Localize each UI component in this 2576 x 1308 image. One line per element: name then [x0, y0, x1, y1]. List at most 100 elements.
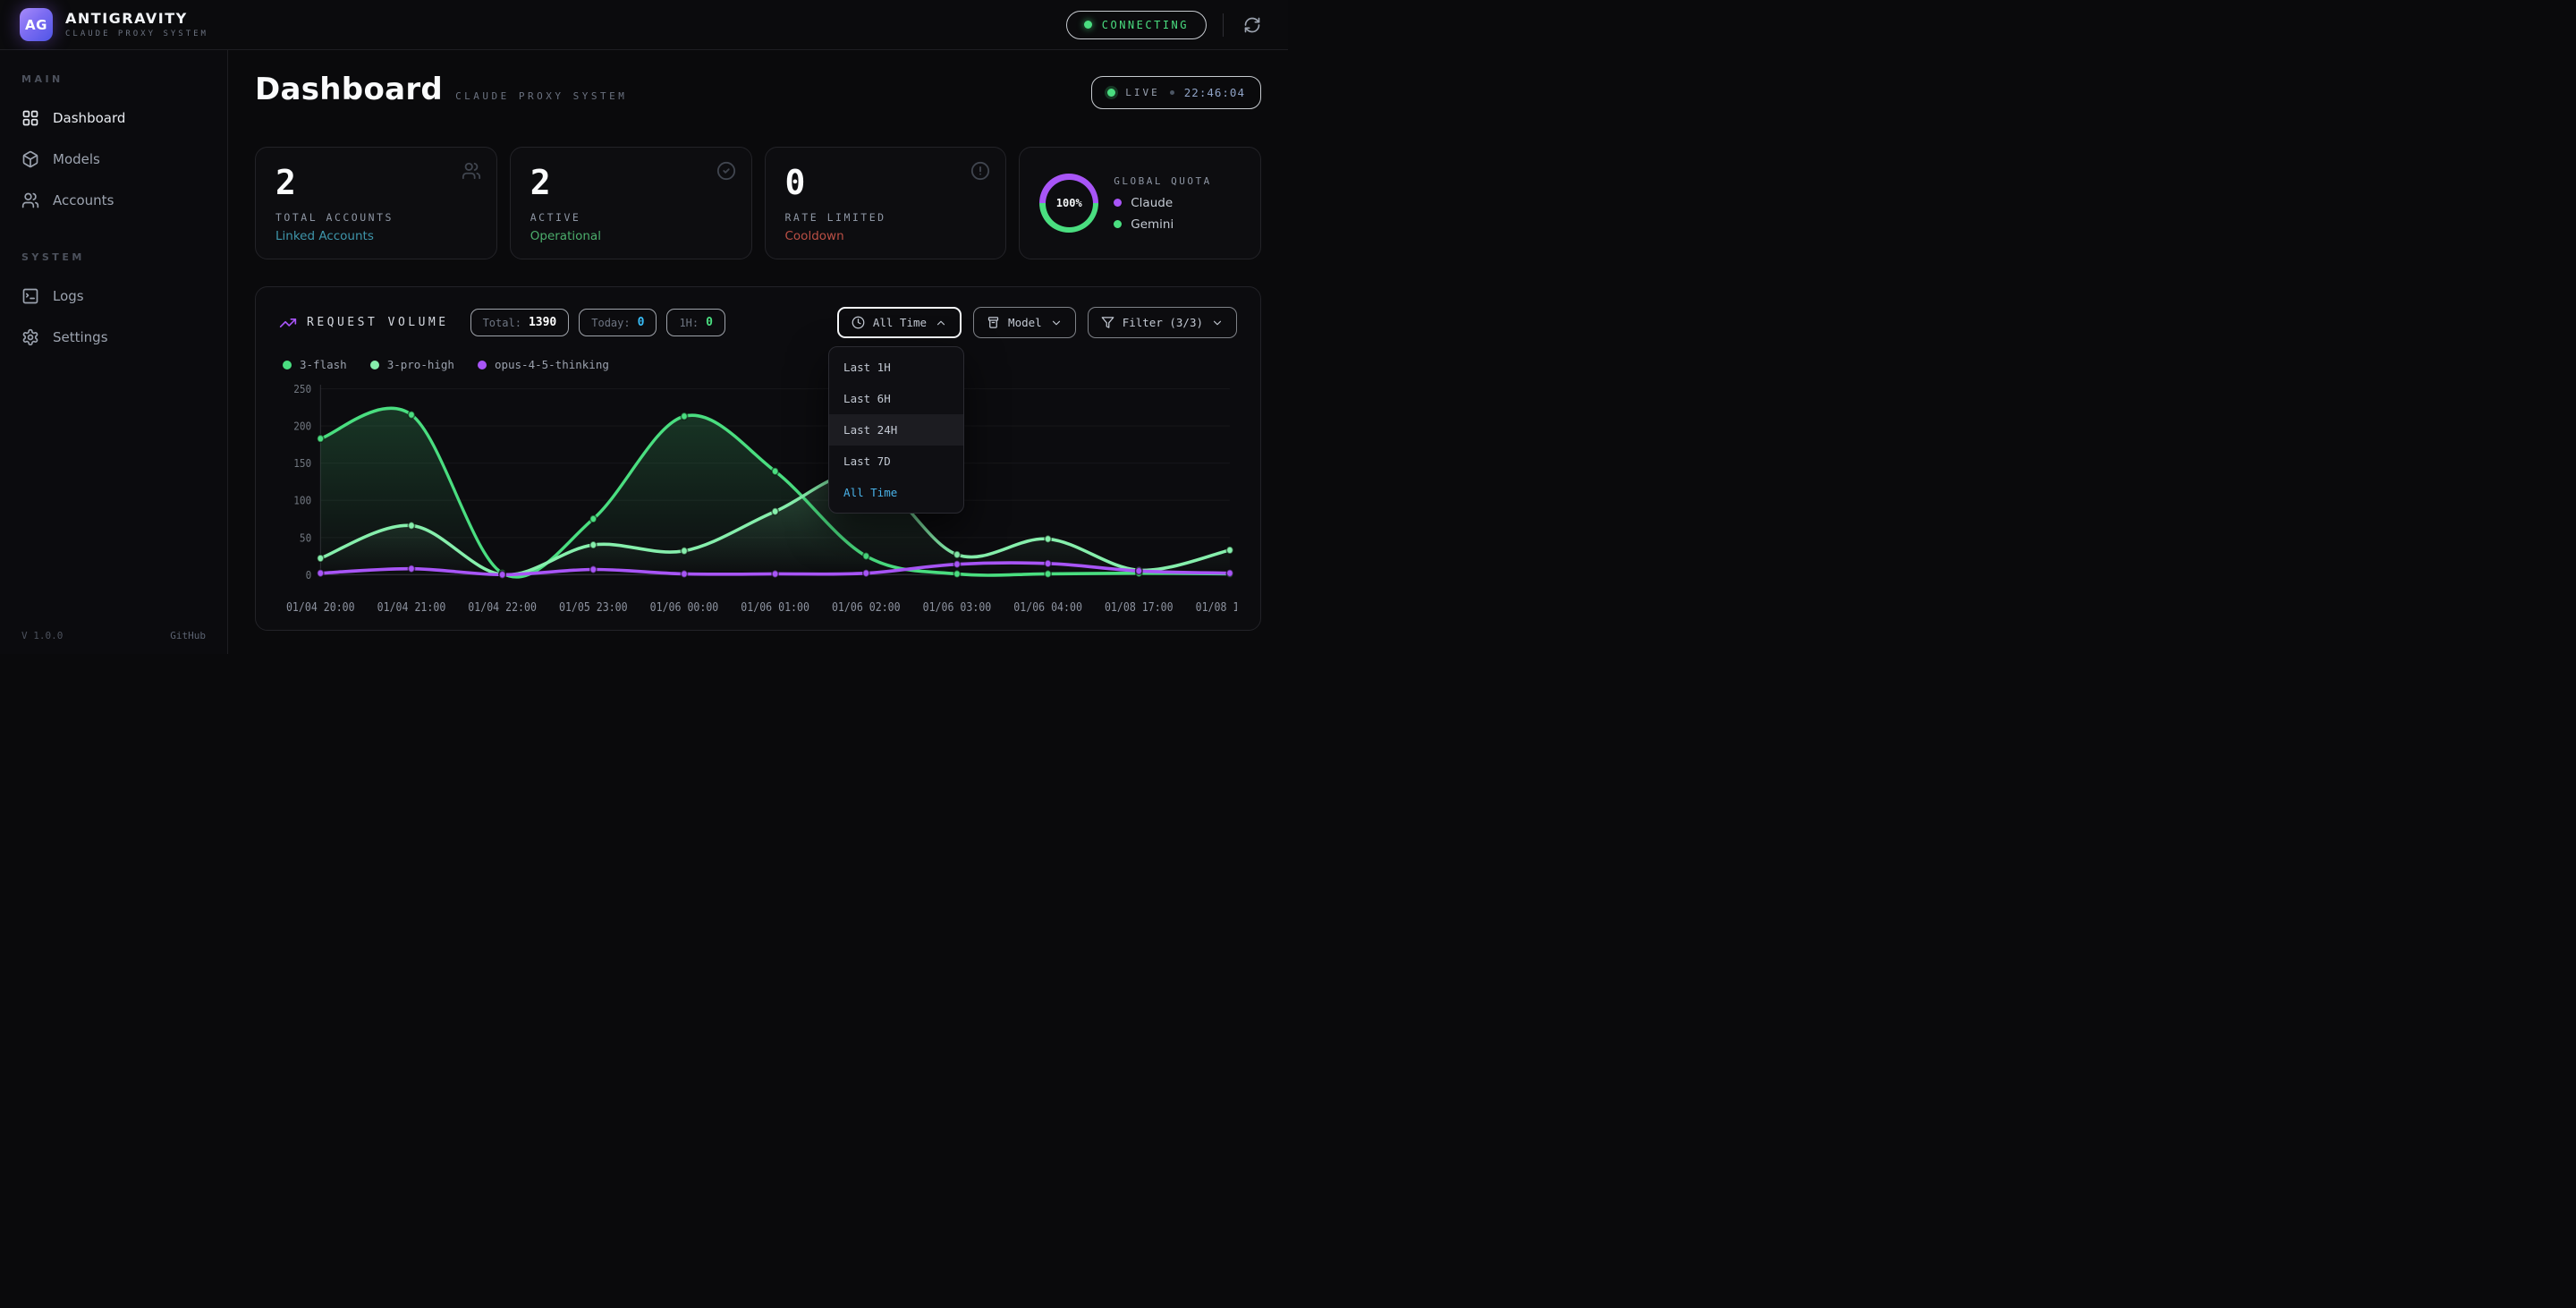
sidebar: MAIN Dashboard Models Accounts SYSTEM: [0, 50, 228, 654]
grid-icon: [21, 109, 39, 127]
legend-item-3-pro-high: 3-pro-high: [370, 358, 454, 371]
svg-text:01/05 23:00: 01/05 23:00: [559, 600, 628, 614]
alert-circle-icon: [970, 161, 990, 184]
chevron-down-icon: [1211, 317, 1224, 329]
sidebar-item-models[interactable]: Models: [0, 139, 227, 180]
sidebar-section-system: SYSTEM: [0, 251, 227, 263]
quota-label: GLOBAL QUOTA: [1114, 175, 1211, 187]
app-title: ANTIGRAVITY: [65, 11, 208, 27]
claude-dot-icon: [1114, 199, 1122, 207]
badge-value: 1390: [529, 316, 556, 329]
sidebar-item-label: Models: [53, 151, 100, 167]
sidebar-item-settings[interactable]: Settings: [0, 317, 227, 358]
dropdown-item-last-1h[interactable]: Last 1H: [829, 352, 963, 383]
quota-legend-label: Claude: [1131, 196, 1173, 210]
stat-card-rate-limited: 0 RATE LIMITED Cooldown: [765, 147, 1007, 259]
request-volume-chart: 05010015020025001/04 20:0001/04 21:0001/…: [279, 377, 1237, 619]
dropdown-item-all-time[interactable]: All Time: [829, 477, 963, 508]
check-circle-icon: [716, 161, 736, 184]
series-dot-icon: [478, 361, 487, 369]
svg-text:01/08 18:00: 01/08 18:00: [1196, 600, 1237, 614]
page-subtitle: CLAUDE PROXY SYSTEM: [455, 90, 627, 102]
sidebar-section-main: MAIN: [0, 73, 227, 85]
stat-sublabel: Operational: [530, 229, 732, 243]
refresh-button[interactable]: [1240, 13, 1265, 38]
brand: AG ANTIGRAVITY CLAUDE PROXY SYSTEM: [20, 8, 208, 41]
live-label: LIVE: [1125, 87, 1160, 98]
hour-requests-badge: 1H: 0: [666, 309, 725, 336]
legend-label: 3-pro-high: [387, 358, 454, 371]
filter-button[interactable]: Filter (3/3): [1088, 307, 1237, 338]
svg-text:01/06 00:00: 01/06 00:00: [650, 600, 719, 614]
app-shell: AG ANTIGRAVITY CLAUDE PROXY SYSTEM CONNE…: [0, 0, 1288, 654]
request-volume-panel: REQUEST VOLUME Total: 1390 Today: 0 1H: …: [255, 286, 1261, 631]
funnel-icon: [1101, 316, 1114, 329]
live-status-badge: LIVE 22:46:04: [1091, 76, 1261, 109]
page-title: Dashboard: [255, 72, 443, 107]
time-range-button[interactable]: All Time: [837, 307, 962, 338]
terminal-icon: [21, 287, 39, 305]
app-logo: AG: [20, 8, 53, 41]
stat-value: 2: [530, 166, 732, 200]
series-dot-icon: [370, 361, 379, 369]
legend-label: opus-4-5-thinking: [495, 358, 609, 371]
svg-text:0: 0: [306, 568, 312, 582]
legend-item-opus: opus-4-5-thinking: [478, 358, 609, 371]
badge-label: 1H:: [679, 317, 699, 329]
stat-card-total-accounts: 2 TOTAL ACCOUNTS Linked Accounts: [255, 147, 497, 259]
cube-icon: [21, 150, 39, 168]
gear-icon: [21, 328, 39, 346]
time-range-dropdown: Last 1H Last 6H Last 24H Last 7D All Tim…: [828, 346, 964, 514]
legend-label: 3-flash: [300, 358, 347, 371]
main-content: Dashboard CLAUDE PROXY SYSTEM LIVE 22:46…: [228, 50, 1288, 654]
github-link[interactable]: GitHub: [170, 630, 206, 641]
sidebar-item-label: Settings: [53, 329, 108, 345]
quota-ring: 100%: [1039, 174, 1098, 233]
svg-text:01/04 22:00: 01/04 22:00: [468, 600, 537, 614]
sidebar-item-dashboard[interactable]: Dashboard: [0, 98, 227, 139]
app-subtitle: CLAUDE PROXY SYSTEM: [65, 30, 208, 38]
model-filter-button[interactable]: Model: [973, 307, 1076, 338]
quota-legend-claude: Claude: [1114, 196, 1211, 210]
top-bar: AG ANTIGRAVITY CLAUDE PROXY SYSTEM CONNE…: [0, 0, 1288, 50]
stat-label: RATE LIMITED: [785, 211, 987, 224]
svg-text:01/06 04:00: 01/06 04:00: [1013, 600, 1082, 614]
badge-label: Total:: [483, 317, 521, 329]
svg-text:200: 200: [293, 420, 311, 433]
svg-text:01/06 02:00: 01/06 02:00: [832, 600, 901, 614]
stat-value: 2: [275, 166, 477, 200]
stat-card-global-quota: 100% GLOBAL QUOTA Claude Gemini: [1019, 147, 1261, 259]
dropdown-item-last-24h[interactable]: Last 24H: [829, 414, 963, 446]
quota-percent: 100%: [1046, 180, 1093, 227]
chart-legend: 3-flash 3-pro-high opus-4-5-thinking: [279, 358, 1237, 371]
live-dot-icon: [1107, 89, 1115, 97]
today-requests-badge: Today: 0: [579, 309, 657, 336]
filter-label: Filter (3/3): [1123, 316, 1203, 329]
svg-text:01/06 01:00: 01/06 01:00: [741, 600, 809, 614]
gemini-dot-icon: [1114, 220, 1122, 228]
svg-text:01/04 20:00: 01/04 20:00: [286, 600, 355, 614]
time-range-label: All Time: [873, 316, 927, 329]
chart-title: REQUEST VOLUME: [307, 316, 449, 329]
stat-label: TOTAL ACCOUNTS: [275, 211, 477, 224]
stat-sublabel: Cooldown: [785, 229, 987, 243]
svg-text:01/08 17:00: 01/08 17:00: [1105, 600, 1174, 614]
sidebar-item-label: Dashboard: [53, 110, 125, 126]
quota-legend-gemini: Gemini: [1114, 217, 1211, 232]
connection-status-badge: CONNECTING: [1066, 11, 1207, 39]
version-label: V 1.0.0: [21, 630, 63, 641]
badge-value: 0: [706, 316, 713, 329]
connection-status-text: CONNECTING: [1102, 19, 1189, 31]
svg-text:01/06 03:00: 01/06 03:00: [923, 600, 992, 614]
dropdown-item-last-7d[interactable]: Last 7D: [829, 446, 963, 477]
dropdown-item-last-6h[interactable]: Last 6H: [829, 383, 963, 414]
sidebar-item-logs[interactable]: Logs: [0, 276, 227, 317]
sidebar-item-accounts[interactable]: Accounts: [0, 180, 227, 221]
svg-text:01/04 21:00: 01/04 21:00: [377, 600, 446, 614]
sidebar-item-label: Accounts: [53, 192, 114, 208]
separator-dot: [1170, 90, 1174, 95]
sidebar-item-label: Logs: [53, 288, 84, 304]
badge-value: 0: [638, 316, 645, 329]
series-dot-icon: [283, 361, 292, 369]
refresh-icon: [1243, 16, 1261, 34]
